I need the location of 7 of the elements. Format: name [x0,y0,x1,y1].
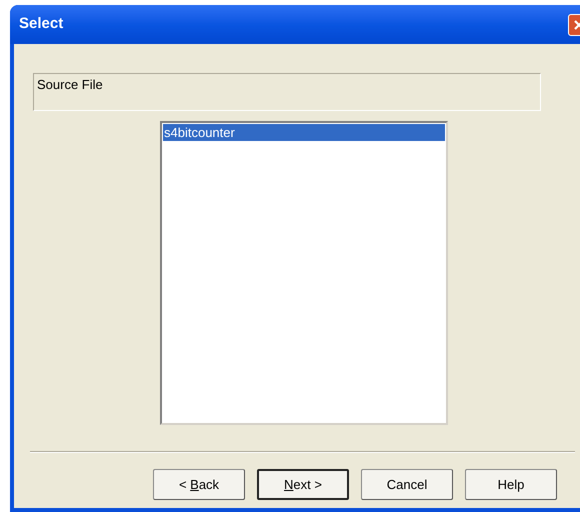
group-label: Source File [37,77,103,92]
window-title: Select [19,14,64,34]
dialog-button[interactable]: Cancel [361,469,453,500]
dialog-button[interactable]: < Back [153,469,245,500]
dialog-button[interactable]: Help [465,469,557,500]
dialog-button[interactable]: Next > [257,469,349,500]
list-item[interactable]: s4bitcounter [163,124,445,141]
